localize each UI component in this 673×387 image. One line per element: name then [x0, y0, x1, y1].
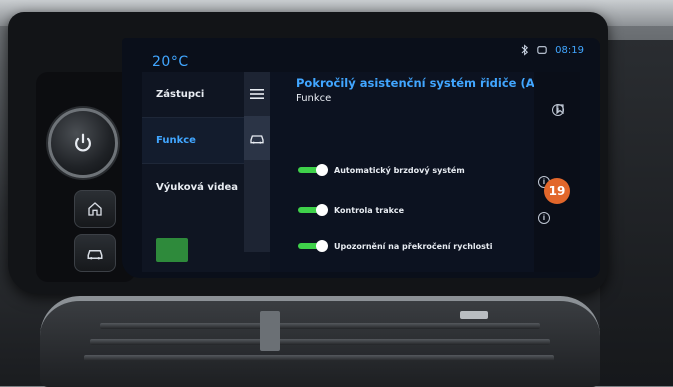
- clock: 08:19: [555, 44, 584, 56]
- page-title: Pokročilý asistenční systém řidiče (ADAS…: [296, 76, 567, 90]
- option-label: Kontrola trakce: [334, 205, 405, 215]
- power-knob[interactable]: [48, 108, 118, 178]
- option-row-speed-warning[interactable]: Upozornění na překročení rychlosti: [298, 236, 492, 256]
- car-icon: [250, 135, 264, 144]
- toggle-switch[interactable]: [298, 204, 328, 216]
- vent-tab[interactable]: [460, 311, 488, 319]
- vent-tab[interactable]: [260, 311, 280, 351]
- menu-button[interactable]: [244, 72, 270, 116]
- home-button[interactable]: [74, 190, 116, 228]
- menu-icon: [250, 89, 264, 99]
- toggle-switch[interactable]: [298, 164, 328, 176]
- option-row-automatic-braking[interactable]: Automatický brzdový systém: [298, 160, 465, 180]
- infotainment-screen: 20°C 08:19 Zástupci Funkce Výuková videa: [122, 38, 600, 278]
- home-icon: [88, 202, 102, 216]
- category-icon-bar: [244, 72, 270, 252]
- vent-slat: [90, 339, 550, 345]
- status-bar: 08:19: [521, 44, 584, 56]
- car-icon: [87, 250, 103, 260]
- option-label: Automatický brzdový systém: [334, 165, 465, 175]
- temperature-display[interactable]: 20°C: [152, 54, 189, 70]
- speed-limit-badge: 19: [544, 178, 570, 204]
- info-column: i i i: [534, 72, 580, 272]
- adas-settings-panel: Pokročilý asistenční systém řidiče (ADAS…: [270, 72, 567, 272]
- vehicle-category-button[interactable]: [244, 116, 270, 160]
- dashboard-right: [600, 40, 673, 386]
- page-subtitle: Funkce: [296, 93, 332, 104]
- info-icon[interactable]: i: [538, 212, 550, 224]
- option-label: Upozornění na překročení rychlosti: [334, 241, 493, 251]
- menu-item-label: Výuková videa: [156, 181, 239, 193]
- menu-item-label: Funkce: [156, 135, 196, 146]
- vent-slat: [100, 323, 540, 329]
- option-row-traction-control[interactable]: Kontrola trakce: [298, 200, 404, 220]
- app-shortcut-tile[interactable]: [156, 238, 188, 262]
- car-button[interactable]: [74, 234, 116, 272]
- bluetooth-icon: [521, 44, 529, 56]
- bookmark-icon[interactable]: [556, 104, 564, 114]
- vent-slat: [84, 355, 554, 361]
- phone-icon: [537, 46, 547, 54]
- air-vents: [40, 296, 600, 387]
- menu-item-label: Zástupci: [156, 89, 205, 100]
- toggle-switch[interactable]: [298, 240, 328, 252]
- power-icon: [75, 133, 91, 152]
